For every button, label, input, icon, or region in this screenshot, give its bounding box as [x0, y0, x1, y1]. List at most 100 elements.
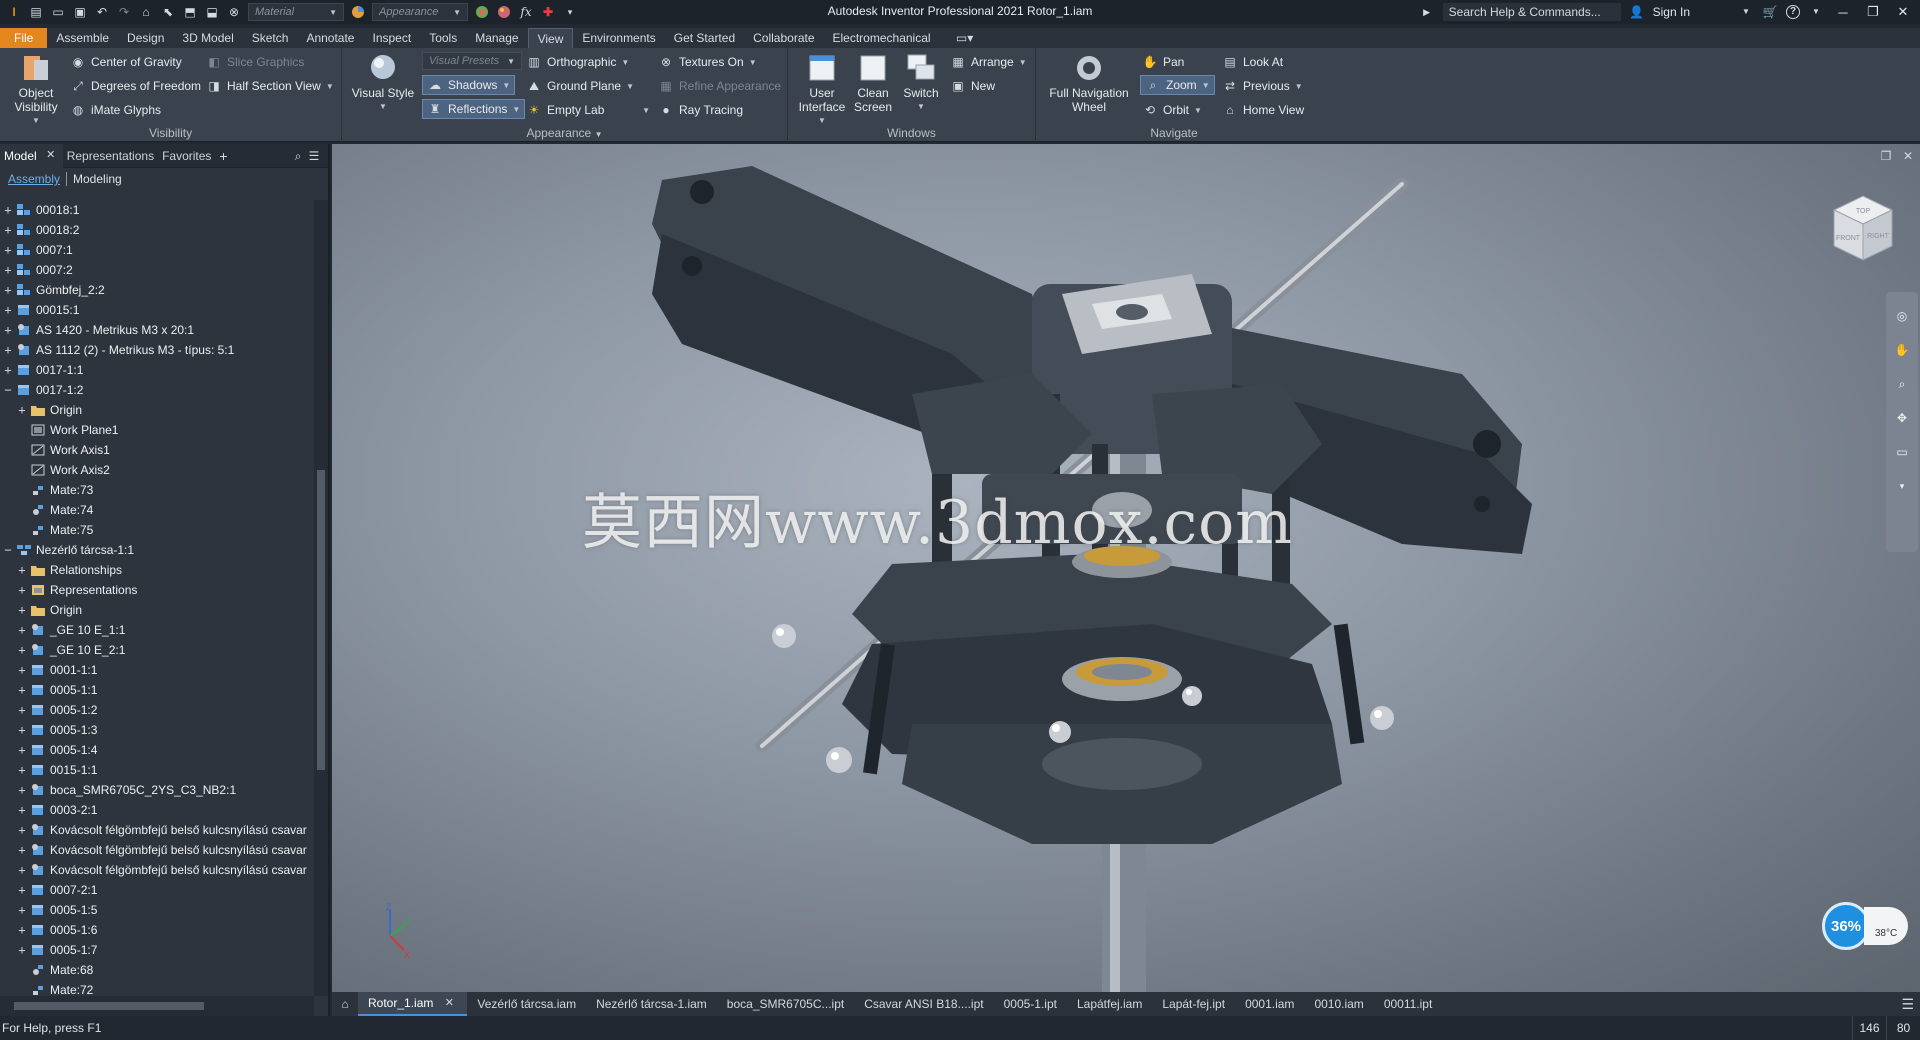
expand-plus-icon[interactable]: +	[16, 803, 28, 817]
expand-plus-icon[interactable]: +	[16, 603, 28, 617]
lighting-style-select[interactable]: ☀ Empty Lab ▼	[526, 100, 650, 120]
tree-node[interactable]: +0005-1:5	[0, 900, 314, 920]
tree-node[interactable]: +0017-1:1	[0, 360, 314, 380]
tree-node[interactable]: Mate:75	[0, 520, 314, 540]
tree-node[interactable]: +0005-1:7	[0, 940, 314, 960]
switch-button[interactable]: Switch ▼	[898, 52, 944, 114]
tree-node[interactable]: Mate:73	[0, 480, 314, 500]
close-icon[interactable]: ✕	[441, 995, 457, 1011]
expand-plus-icon[interactable]: +	[16, 683, 28, 697]
expand-plus-icon[interactable]: +	[16, 643, 28, 657]
tree-node[interactable]: +0007:2	[0, 260, 314, 280]
viewcube-right-label[interactable]: RIGHT	[1867, 233, 1890, 240]
hamburger-menu-icon[interactable]: ☰	[306, 148, 322, 164]
search-help-input[interactable]: Search Help & Commands...	[1442, 3, 1621, 21]
textures-on-button[interactable]: ⊗ Textures On ▼	[658, 52, 757, 72]
ribbon-display-options-icon[interactable]: ▭▾	[952, 30, 978, 46]
tree-node[interactable]: + Kovácsolt félgömbfejű belső kulcsnyílás…	[0, 820, 314, 840]
cart-icon[interactable]: 🛒	[1762, 4, 1778, 20]
expand-plus-icon[interactable]: +	[16, 563, 28, 577]
look-at-button[interactable]: ▤ Look At	[1222, 52, 1283, 72]
pan-hand-icon[interactable]: ✋	[1892, 340, 1912, 360]
tree-node[interactable]: +0005-1:4	[0, 740, 314, 760]
tree-vertical-scrollbar[interactable]	[314, 200, 328, 996]
expand-plus-icon[interactable]: +	[16, 583, 28, 597]
tab-list-menu-icon[interactable]: ☰	[1901, 996, 1914, 1013]
expand-plus-icon[interactable]: +	[16, 403, 28, 417]
browser-tab-model[interactable]: Model ✕	[0, 143, 63, 168]
search-icon[interactable]: ⌕	[290, 148, 306, 164]
collapse-minus-icon[interactable]: −	[2, 383, 14, 397]
doc-tab[interactable]: Lapátfej.iam	[1067, 992, 1152, 1016]
tab-get-started[interactable]: Get Started	[665, 28, 744, 48]
doc-tab[interactable]: 0005-1.ipt	[994, 992, 1067, 1016]
expand-plus-icon[interactable]: +	[16, 783, 28, 797]
doc-tab[interactable]: Nezérlő tárcsa-1.iam	[586, 992, 717, 1016]
expand-plus-icon[interactable]: +	[2, 203, 14, 217]
tab-3d-model[interactable]: 3D Model	[173, 28, 242, 48]
tree-node[interactable]: + _GE 10 E_2:1	[0, 640, 314, 660]
browser-tab-favorites[interactable]: Favorites	[158, 144, 215, 168]
viewcube-front-label[interactable]: FRONT	[1836, 235, 1861, 242]
tab-assemble[interactable]: Assemble	[47, 28, 118, 48]
tree-node[interactable]: + Gömbfej_2:2	[0, 280, 314, 300]
tree-node[interactable]: +0003-2:1	[0, 800, 314, 820]
chevron-right-icon[interactable]: ▶	[1419, 4, 1435, 20]
home-icon[interactable]: ⌂	[332, 997, 358, 1011]
chevron-down-icon[interactable]: ▼	[595, 130, 603, 139]
orbit-button[interactable]: ⟲ Orbit ▼	[1142, 100, 1202, 120]
tab-design[interactable]: Design	[118, 28, 173, 48]
ray-tracing-button[interactable]: ● Ray Tracing	[658, 100, 743, 120]
slice-graphics-button[interactable]: ◧ Slice Graphics	[206, 52, 304, 72]
update-icon[interactable]: ⬒	[182, 4, 198, 20]
tree-node[interactable]: + Representations	[0, 580, 314, 600]
tree-node[interactable]: Mate:68	[0, 960, 314, 980]
expand-plus-icon[interactable]: +	[16, 883, 28, 897]
rotor-head-model[interactable]	[332, 144, 1920, 992]
cancel-icon[interactable]: ⊗	[226, 4, 242, 20]
expand-plus-icon[interactable]: +	[2, 323, 14, 337]
expand-plus-icon[interactable]: +	[2, 263, 14, 277]
tree-node[interactable]: Work Axis2	[0, 460, 314, 480]
tab-file[interactable]: File	[0, 28, 48, 48]
tree-node[interactable]: +00018:2	[0, 220, 314, 240]
collapse-minus-icon[interactable]: −	[2, 543, 14, 557]
tab-tools[interactable]: Tools	[420, 28, 466, 48]
degrees-of-freedom-button[interactable]: ⤢ Degrees of Freedom	[70, 76, 201, 96]
half-section-view-button[interactable]: ◨ Half Section View ▼	[206, 76, 333, 96]
adjust-appearance-icon[interactable]	[496, 4, 512, 20]
user-interface-button[interactable]: User Interface ▼	[794, 52, 850, 128]
zoom-button[interactable]: ⌕ Zoom ▼	[1140, 75, 1215, 95]
sign-in-link[interactable]: Sign In	[1653, 5, 1690, 19]
doc-tab[interactable]: Lapát-fej.ipt	[1152, 992, 1235, 1016]
tree-node[interactable]: + AS 1112 (2) - Metrikus M3 - típus: 5:1	[0, 340, 314, 360]
rebuild-icon[interactable]: ⬓	[204, 4, 220, 20]
tree-node[interactable]: +00015:1	[0, 300, 314, 320]
doc-tab[interactable]: 0001.iam	[1235, 992, 1304, 1016]
expand-plus-icon[interactable]: +	[2, 223, 14, 237]
expand-plus-icon[interactable]: +	[16, 843, 28, 857]
tree-node[interactable]: +0005-1:2	[0, 700, 314, 720]
add-tab-icon[interactable]: +	[215, 148, 231, 164]
expand-plus-icon[interactable]: +	[16, 723, 28, 737]
clear-appearance-icon[interactable]	[474, 4, 490, 20]
visual-presets-select[interactable]: Visual Presets ▼	[422, 52, 522, 70]
new-window-button[interactable]: ▣ New	[950, 76, 995, 96]
tree-node[interactable]: Mate:72	[0, 980, 314, 996]
close-icon[interactable]: ✕	[43, 148, 59, 164]
maximize-viewport-icon[interactable]: ❐	[1878, 148, 1894, 164]
expand-plus-icon[interactable]: +	[16, 943, 28, 957]
browser-tab-representations[interactable]: Representations	[63, 144, 158, 168]
doc-tab[interactable]: Vezérlő tárcsa.iam	[467, 992, 586, 1016]
viewcube-top-label[interactable]: TOP	[1856, 208, 1871, 215]
graphics-viewport[interactable]: 莫西网www.3dmox.com ❐ ✕ TOP FRONT RIGHT ◎ ✋…	[332, 144, 1920, 992]
tab-inspect[interactable]: Inspect	[363, 28, 420, 48]
expand-plus-icon[interactable]: +	[16, 703, 28, 717]
pan-button[interactable]: ✋ Pan	[1142, 52, 1185, 72]
help-dropdown-icon[interactable]: ▼	[1808, 4, 1824, 20]
clean-screen-button[interactable]: Clean Screen	[848, 52, 898, 114]
tree-node[interactable]: +0001-1:1	[0, 660, 314, 680]
expand-plus-icon[interactable]: +	[2, 243, 14, 257]
expand-plus-icon[interactable]: +	[2, 343, 14, 357]
expand-plus-icon[interactable]: +	[16, 743, 28, 757]
